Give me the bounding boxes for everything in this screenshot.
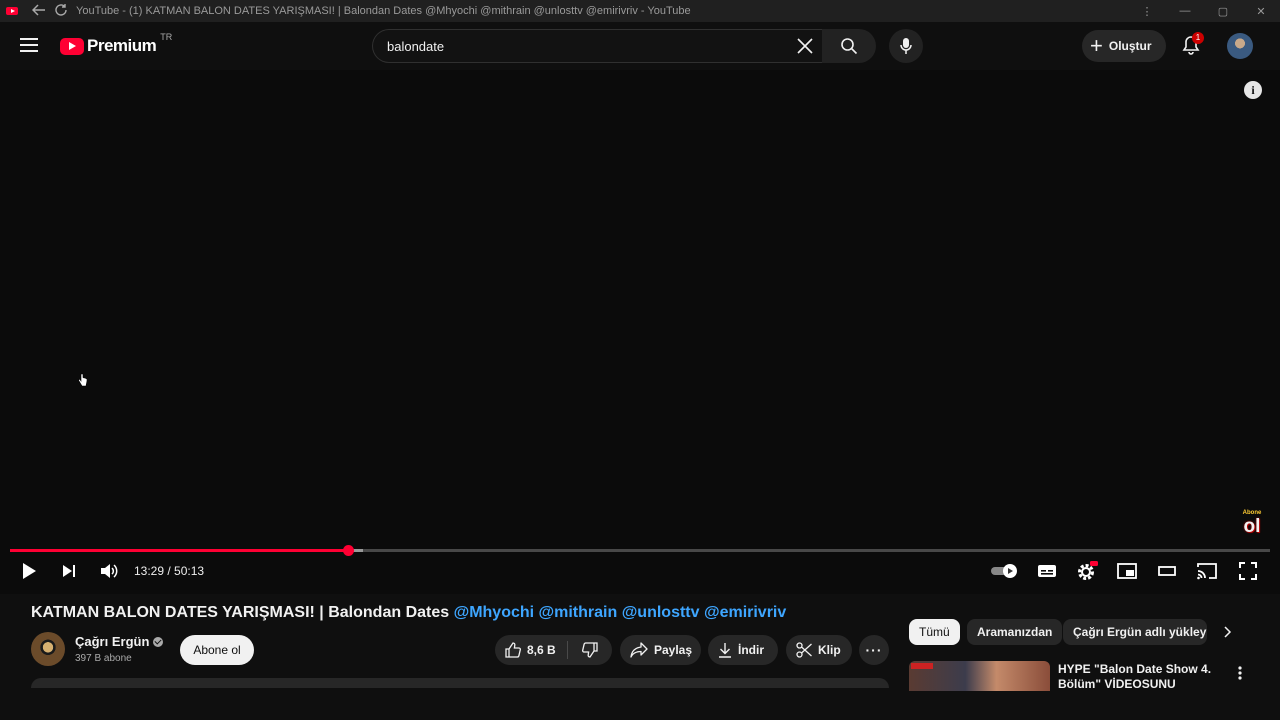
create-label: Oluştur bbox=[1108, 39, 1152, 53]
account-avatar[interactable] bbox=[1227, 33, 1253, 59]
download-icon bbox=[718, 642, 732, 658]
current-time: 13:29 bbox=[134, 564, 165, 578]
more-actions-label: ··· bbox=[865, 642, 883, 658]
fullscreen-icon[interactable] bbox=[1235, 558, 1261, 584]
reload-icon[interactable] bbox=[50, 3, 72, 20]
window-title: YouTube - (1) KATMAN BALON DATES YARIŞMA… bbox=[76, 5, 691, 17]
watermark-line2: ol bbox=[1243, 516, 1261, 537]
autoplay-toggle-icon[interactable] bbox=[990, 558, 1020, 584]
youtube-play-logo-icon bbox=[60, 37, 84, 55]
progress-bar[interactable] bbox=[10, 545, 1270, 556]
share-button[interactable]: Paylaş bbox=[620, 635, 701, 665]
plus-icon: + bbox=[1090, 33, 1103, 58]
clip-label: Klip bbox=[818, 643, 841, 657]
search-query[interactable]: balondate bbox=[387, 39, 444, 54]
video-title-mentions[interactable]: @Mhyochi @mithrain @unlosttv @emirivriv bbox=[454, 604, 787, 621]
download-button[interactable]: İndir bbox=[708, 635, 778, 665]
create-button[interactable]: + Oluştur bbox=[1082, 30, 1166, 62]
clear-search-icon[interactable] bbox=[794, 35, 816, 57]
duration: 50:13 bbox=[174, 564, 205, 578]
like-button[interactable]: 8,6 B bbox=[495, 641, 568, 659]
chevron-right-icon[interactable] bbox=[1218, 623, 1236, 641]
kebab-menu-icon[interactable]: ⋮ bbox=[1128, 5, 1166, 18]
clip-button[interactable]: Klip bbox=[786, 635, 852, 665]
theater-mode-icon[interactable] bbox=[1154, 558, 1180, 584]
youtube-favicon-icon bbox=[6, 7, 18, 15]
maximize-icon[interactable]: ▢ bbox=[1204, 5, 1242, 18]
vertical-dots-icon[interactable] bbox=[1234, 664, 1246, 682]
share-arrow-icon bbox=[630, 642, 648, 658]
logo-text: Premium bbox=[87, 36, 157, 55]
share-label: Paylaş bbox=[654, 643, 693, 657]
cast-icon[interactable] bbox=[1194, 558, 1220, 584]
thumbs-down-icon bbox=[582, 642, 598, 658]
scrubber-handle[interactable] bbox=[342, 545, 354, 556]
subtitles-icon[interactable] bbox=[1034, 558, 1060, 584]
subscriber-count: 397 B abone bbox=[75, 653, 132, 664]
country-code: TR bbox=[160, 32, 173, 42]
info-icon[interactable]: i bbox=[1244, 81, 1262, 99]
masthead: Premium TR balondate + Oluştur 1 bbox=[0, 22, 1280, 70]
search-input[interactable]: balondate bbox=[372, 29, 822, 63]
video-title-text: KATMAN BALON DATES YARIŞMASI! | Balondan… bbox=[31, 604, 454, 621]
more-actions-button[interactable]: ··· bbox=[859, 635, 889, 665]
window-title-bar: YouTube - (1) KATMAN BALON DATES YARIŞMA… bbox=[0, 0, 1280, 22]
voice-search-button[interactable] bbox=[889, 29, 923, 63]
description-box-edge bbox=[31, 678, 889, 688]
window-controls: ⋮ — ▢ ✕ bbox=[1128, 0, 1280, 22]
recommendation-thumbnail[interactable] bbox=[909, 661, 1050, 691]
notification-badge: 1 bbox=[1192, 32, 1204, 44]
chip-uploader[interactable]: Çağrı Ergün adlı yükleyici bbox=[1063, 619, 1207, 645]
notifications-button[interactable]: 1 bbox=[1180, 32, 1204, 58]
watch-metadata: KATMAN BALON DATES YARIŞMASI! | Balondan… bbox=[0, 594, 1280, 720]
back-arrow-icon[interactable] bbox=[28, 3, 50, 19]
recommendation-title[interactable]: HYPE "Balon Date Show 4. Bölüm" VİDEOSUN… bbox=[1058, 662, 1220, 688]
miniplayer-icon[interactable] bbox=[1114, 558, 1140, 584]
scissors-icon bbox=[796, 642, 812, 658]
verified-check-icon bbox=[153, 637, 164, 647]
progress-played bbox=[10, 549, 348, 552]
close-window-icon[interactable]: ✕ bbox=[1242, 5, 1280, 18]
channel-avatar[interactable] bbox=[31, 632, 65, 666]
youtube-premium-logo[interactable]: Premium TR bbox=[60, 32, 172, 56]
chip-from-search[interactable]: Aramanızdan bbox=[967, 619, 1063, 645]
volume-icon[interactable] bbox=[96, 558, 122, 584]
subscribe-watermark[interactable]: Abone ol bbox=[1238, 510, 1266, 540]
like-dislike-group: 8,6 B bbox=[495, 635, 612, 665]
channel-name[interactable]: Çağrı Ergün bbox=[75, 634, 164, 649]
time-separator: / bbox=[164, 564, 175, 578]
like-count: 8,6 B bbox=[527, 643, 556, 657]
search-icon bbox=[841, 38, 858, 55]
channel-name-text[interactable]: Çağrı Ergün bbox=[75, 634, 149, 649]
video-player[interactable]: i Abone ol 13:29 / 50:13 bbox=[0, 70, 1280, 594]
play-icon[interactable] bbox=[16, 558, 42, 584]
time-display: 13:29 / 50:13 bbox=[134, 564, 204, 578]
search-button[interactable] bbox=[822, 29, 876, 63]
hamburger-menu-icon[interactable] bbox=[20, 38, 38, 52]
dislike-button[interactable] bbox=[568, 642, 612, 658]
hand-cursor-icon bbox=[78, 373, 87, 387]
video-title: KATMAN BALON DATES YARIŞMASI! | Balondan… bbox=[31, 604, 786, 622]
microphone-icon bbox=[900, 38, 912, 54]
download-label: İndir bbox=[738, 643, 764, 657]
minimize-icon[interactable]: — bbox=[1166, 5, 1204, 17]
player-controls: 13:29 / 50:13 bbox=[0, 558, 1280, 584]
thumbs-up-icon bbox=[505, 642, 521, 658]
settings-gear-icon[interactable] bbox=[1074, 558, 1100, 584]
chip-all[interactable]: Tümü bbox=[909, 619, 960, 645]
next-icon[interactable] bbox=[56, 558, 82, 584]
subscribe-button[interactable]: Abone ol bbox=[180, 635, 254, 665]
